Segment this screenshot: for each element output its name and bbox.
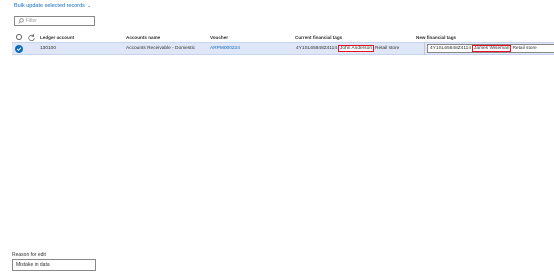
new-tags-dropdown[interactable]: 4Y1SL65848Z4114 James Wiseman Retail sto… [427, 44, 554, 53]
checkmark-icon [15, 44, 23, 53]
chevron-down-icon: ⌄ [86, 3, 92, 9]
reason-label: Reason for edit [12, 252, 46, 258]
reason-input[interactable] [12, 259, 96, 271]
current-tag-person: John Anderson [338, 45, 375, 52]
new-tag-person[interactable]: James Wiseman [472, 45, 512, 52]
col-header-voucher[interactable]: Voucher [210, 32, 228, 42]
select-all-checkbox[interactable] [16, 32, 22, 42]
col-header-account-name[interactable]: Accounts name [126, 32, 160, 42]
bulk-update-label: Bulk update selected records [14, 3, 85, 9]
new-tag-code: 4Y1SL65848Z4114 [430, 46, 471, 51]
new-tag-store: Retail store [512, 46, 537, 51]
refresh-icon[interactable] [28, 32, 35, 42]
row-select-checkbox[interactable] [15, 43, 23, 54]
ledger-account-cell: 130100 [40, 46, 57, 51]
filter-input[interactable] [25, 18, 94, 24]
col-header-new-tags[interactable]: New financial tags [416, 32, 456, 42]
current-tags-cell: 4Y1SL65848Z4114 John Anderson Retail sto… [295, 43, 400, 54]
table-row[interactable]: 130100 Accounts Receivable - Domestic AR… [12, 42, 554, 55]
voucher-link[interactable]: ARPM000224 [210, 43, 240, 54]
current-tag-store: Retail store [375, 46, 400, 51]
search-icon [18, 18, 24, 24]
bulk-update-button[interactable]: Bulk update selected records ⌄ [14, 3, 91, 9]
filter-box[interactable] [14, 16, 95, 26]
account-name-cell: Accounts Receivable - Domestic [126, 46, 196, 51]
column-divider [424, 42, 425, 55]
col-header-current-tags[interactable]: Current financial tags [295, 32, 342, 42]
col-header-ledger-account[interactable]: Ledger account [40, 32, 74, 42]
current-tag-code: 4Y1SL65848Z4114 [296, 46, 337, 51]
